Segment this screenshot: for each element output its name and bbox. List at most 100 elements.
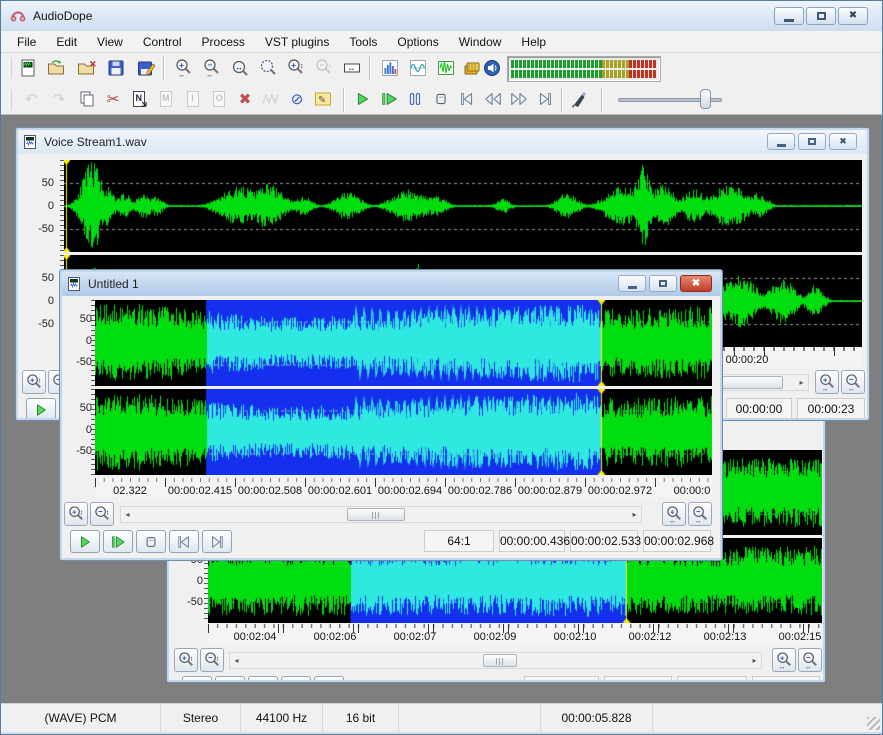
scroll-left-arrow[interactable]: ◂ <box>121 507 134 522</box>
scroll-right-arrow[interactable]: ▸ <box>795 375 808 390</box>
toolbar-grip[interactable] <box>9 57 12 79</box>
go-to-start-button[interactable] <box>169 530 199 553</box>
undo-button[interactable]: ↶ <box>19 87 43 111</box>
resize-grip[interactable] <box>867 717 880 730</box>
play-button[interactable] <box>182 676 212 680</box>
scroll-left-arrow[interactable]: ◂ <box>230 653 243 668</box>
zoom-fit-button[interactable]: ↔ <box>227 55 253 81</box>
sample-picker-button[interactable] <box>567 87 591 111</box>
open-file-button[interactable] <box>43 55 69 81</box>
redo-button[interactable]: ↷ <box>47 87 71 111</box>
menu-process[interactable]: Process <box>192 32 255 52</box>
menu-edit[interactable]: Edit <box>46 32 87 52</box>
menu-view[interactable]: View <box>87 32 133 52</box>
save-as-button[interactable] <box>133 55 159 81</box>
paste-insert-button[interactable]: I <box>181 87 205 111</box>
menu-window[interactable]: Window <box>449 32 512 52</box>
untitled-minimize-button[interactable] <box>618 275 646 292</box>
untitled-close-button[interactable]: ✖ <box>680 275 712 292</box>
time-ruler[interactable]: 00:02:04 00:02:06 00:02:07 00:02:09 00:0… <box>208 624 822 644</box>
scale-label: -50 <box>62 445 92 457</box>
waveform-channel-right[interactable] <box>95 389 712 475</box>
play-from-cursor-button[interactable] <box>215 676 245 680</box>
zoom-out-vertical-button[interactable]: −↕ <box>311 55 337 81</box>
time-ruler[interactable]: 02.322 00:00:02.415 00:00:02.508 00:00:0… <box>95 478 712 498</box>
voice-restore-button[interactable] <box>798 133 826 150</box>
scrollbar-thumb[interactable] <box>347 508 405 521</box>
waveform-view-button[interactable] <box>433 55 459 81</box>
menu-control[interactable]: Control <box>133 32 192 52</box>
horizontal-zoom-in-button[interactable]: +↔ <box>662 502 686 526</box>
untitled-window-titlebar[interactable]: Untitled 1 ✖ <box>62 272 720 296</box>
delete-button[interactable]: ✖ <box>233 87 257 111</box>
selection-range-button[interactable]: ↔ <box>339 55 365 81</box>
stop-button[interactable] <box>136 530 166 553</box>
horizontal-zoom-out-button[interactable]: −↔ <box>841 370 865 394</box>
oscilloscope-button[interactable] <box>405 55 431 81</box>
waveform-channel-left[interactable] <box>95 300 712 386</box>
vertical-zoom-out-button[interactable]: −↕ <box>200 648 224 672</box>
voice-window-titlebar[interactable]: Voice Stream1.wav ✖ <box>18 130 867 154</box>
silence-button[interactable] <box>259 87 283 111</box>
zoom-in-horizontal-button[interactable]: +↔ <box>171 55 197 81</box>
go-to-end-button[interactable] <box>533 87 557 111</box>
horizontal-zoom-out-button[interactable]: −↔ <box>688 502 712 526</box>
vertical-zoom-in-button[interactable]: +↕ <box>22 370 46 394</box>
edit-sample-button[interactable]: ✎ <box>311 87 335 111</box>
scroll-right-arrow[interactable]: ▸ <box>748 653 761 668</box>
horizontal-zoom-in-button[interactable]: +↔ <box>772 648 796 672</box>
scroll-right-arrow[interactable]: ▸ <box>628 507 641 522</box>
app-maximize-button[interactable] <box>806 7 836 25</box>
untitled-restore-button[interactable] <box>649 275 677 292</box>
go-to-start-button[interactable] <box>281 676 311 680</box>
paste-mix-button[interactable]: M <box>154 87 178 111</box>
menu-vst-plugins[interactable]: VST plugins <box>255 32 339 52</box>
horizontal-zoom-in-button[interactable]: +↔ <box>815 370 839 394</box>
vertical-zoom-out-button[interactable]: −↕ <box>90 502 114 526</box>
zoom-in-vertical-button[interactable]: +↕ <box>283 55 309 81</box>
paste-overwrite-button[interactable]: O <box>207 87 231 111</box>
stop-button[interactable] <box>248 676 278 680</box>
rewind-button[interactable] <box>481 87 505 111</box>
play-button[interactable] <box>70 530 100 553</box>
pause-button[interactable] <box>403 87 427 111</box>
horizontal-scrollbar[interactable]: ◂ ▸ <box>120 506 642 523</box>
waveform-channel-left[interactable] <box>64 160 862 252</box>
new-file-button[interactable] <box>15 55 41 81</box>
fast-forward-button[interactable] <box>507 87 531 111</box>
scrollbar-thumb[interactable] <box>483 654 517 667</box>
save-button[interactable] <box>103 55 129 81</box>
menu-file[interactable]: File <box>7 32 46 52</box>
app-minimize-button[interactable] <box>774 7 804 25</box>
app-close-button[interactable]: ✖ <box>838 7 868 25</box>
play-from-cursor-button[interactable] <box>377 87 401 111</box>
vertical-zoom-in-button[interactable]: +↕ <box>174 648 198 672</box>
play-button[interactable] <box>26 398 56 418</box>
app-titlebar[interactable]: AudioDope ✖ <box>1 1 882 31</box>
vertical-zoom-in-button[interactable]: +↕ <box>64 502 88 526</box>
close-file-button[interactable]: ✕ <box>73 55 99 81</box>
voice-minimize-button[interactable] <box>767 133 795 150</box>
go-to-end-button[interactable] <box>202 530 232 553</box>
spectrum-analyzer-button[interactable] <box>377 55 403 81</box>
voice-close-button[interactable]: ✖ <box>829 133 857 150</box>
paste-new-button[interactable]: N <box>127 87 151 111</box>
stop-button[interactable] <box>429 87 453 111</box>
zoom-out-horizontal-button[interactable]: −↔ <box>199 55 225 81</box>
horizontal-scrollbar[interactable]: ◂ ▸ <box>229 652 762 669</box>
horizontal-zoom-out-button[interactable]: −↔ <box>798 648 822 672</box>
go-to-end-button[interactable] <box>314 676 344 680</box>
cut-button[interactable]: ✂ <box>101 87 125 111</box>
menu-help[interactable]: Help <box>511 32 556 52</box>
go-to-start-button[interactable] <box>455 87 479 111</box>
sound-device-button[interactable] <box>479 55 505 81</box>
play-from-cursor-button[interactable] <box>103 530 133 553</box>
zoom-selection-button[interactable] <box>255 55 281 81</box>
volume-slider-thumb[interactable] <box>700 89 711 109</box>
play-button[interactable] <box>351 87 375 111</box>
mute-button[interactable]: ⊘ <box>285 87 309 111</box>
menu-options[interactable]: Options <box>387 32 448 52</box>
toolbar-grip[interactable] <box>9 89 12 111</box>
copy-button[interactable] <box>75 87 99 111</box>
menu-tools[interactable]: Tools <box>339 32 387 52</box>
